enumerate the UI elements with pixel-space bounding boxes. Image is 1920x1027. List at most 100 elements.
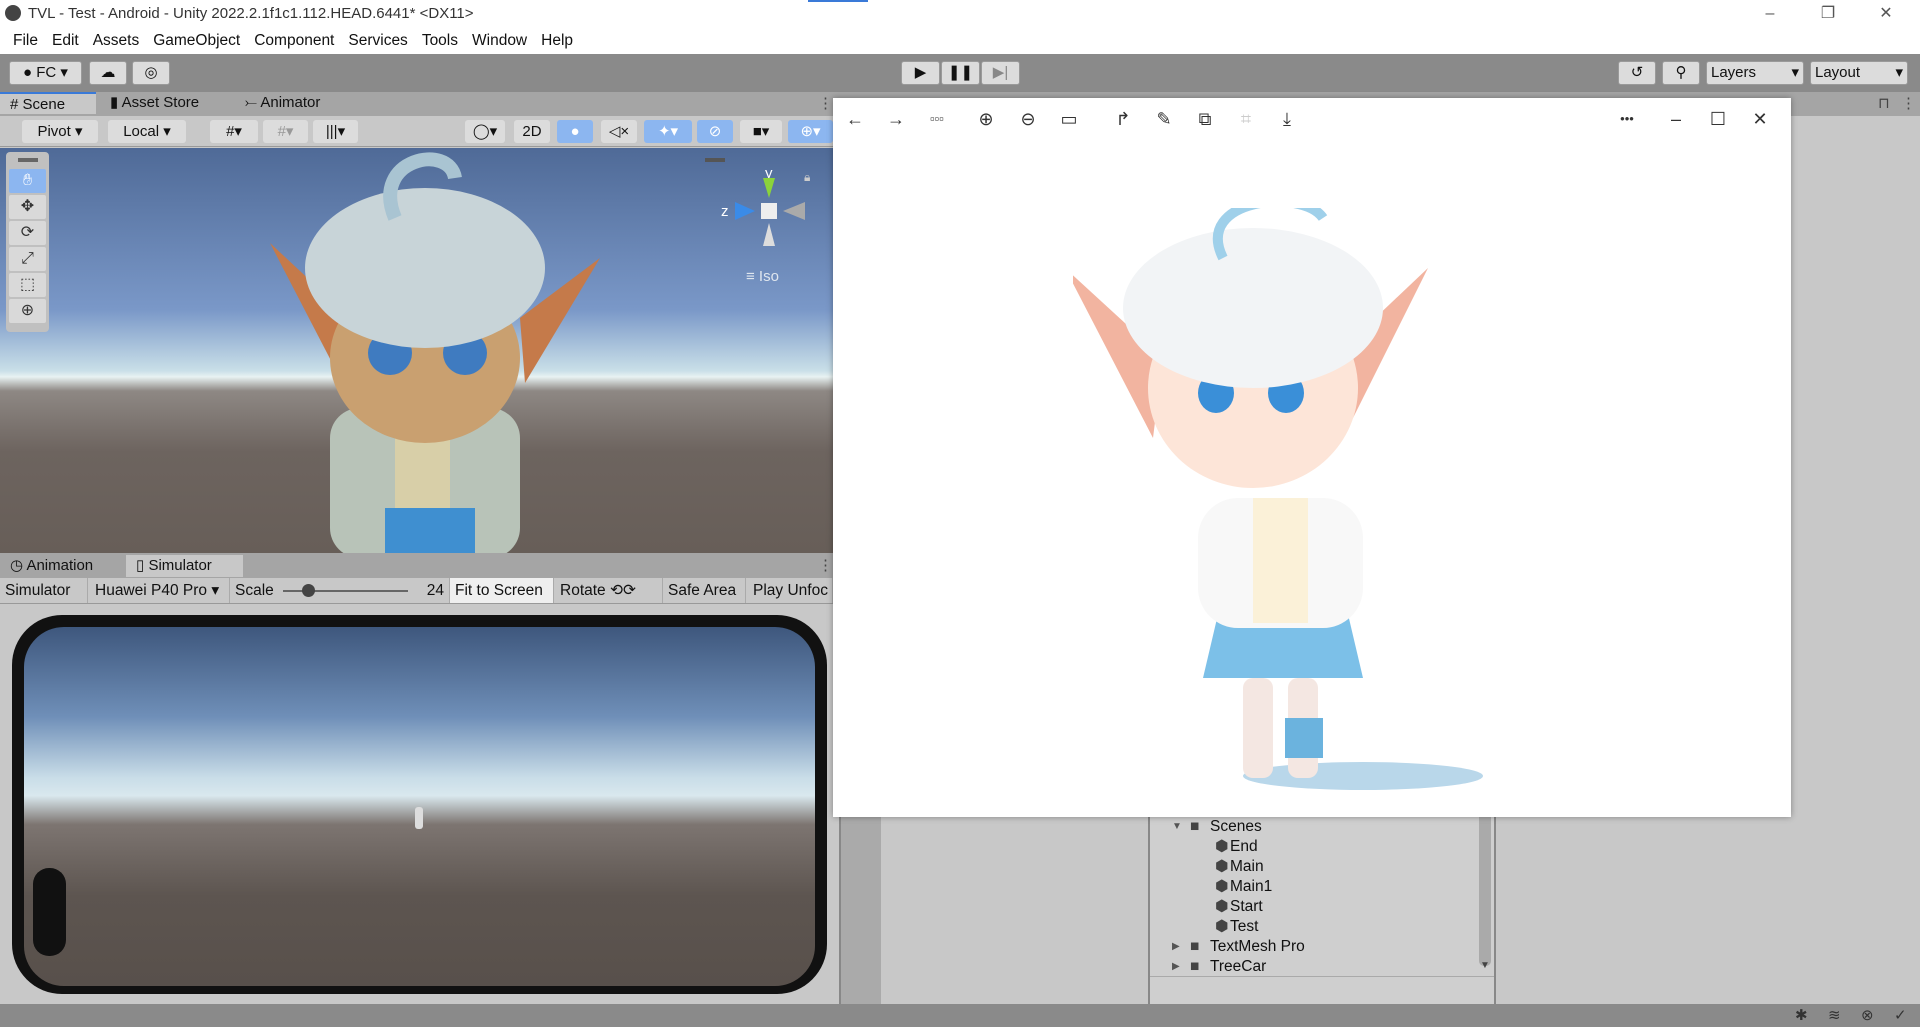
gizmo-drag-handle-icon[interactable] [705,158,725,162]
more-menu-icon[interactable]: ⋮ [1901,94,1916,112]
camera-dropdown[interactable]: ■▾ [740,120,782,143]
device-screen[interactable] [24,627,815,986]
project-scrollbar[interactable] [1479,806,1491,966]
safe-area-button[interactable]: Safe Area [663,578,746,603]
local-dropdown[interactable]: Local ▾ [108,120,186,143]
viewer-maximize-button[interactable]: ☐ [1704,108,1732,130]
project-item-start[interactable]: ⬢ Start [1172,897,1472,917]
shading-mode-dropdown[interactable]: ◯▾ [465,120,505,143]
scene-view[interactable]: y z ≡ Iso 🔒︎ [0,148,833,553]
device-dropdown[interactable]: Huawei P40 Pro ▾ [90,578,230,603]
move-tool[interactable]: ✥ [9,195,46,219]
fit-to-screen-button[interactable]: Fit to Screen [450,578,554,603]
collapsed-arrow-icon[interactable]: ▶ [1172,937,1180,957]
more-options-button[interactable]: ••• [1613,108,1641,130]
lighting-toggle[interactable]: ● [557,120,593,143]
crop-icon[interactable]: ⌗ [1232,108,1260,130]
step-button[interactable]: ▶| [981,61,1020,85]
tab-scene[interactable]: # Scene [0,92,96,114]
cloud-button[interactable]: ☁ [89,61,127,85]
actual-size-icon[interactable]: ▭ [1055,108,1083,130]
pivot-dropdown[interactable]: Pivot ▾ [22,120,98,143]
project-item-label: Scenes [1210,818,1262,835]
rotate-tool[interactable]: ⟳ [9,221,46,245]
project-item-main[interactable]: ⬢ Main [1172,857,1472,877]
gizmos-dropdown[interactable]: ⊕▾ [788,120,833,143]
menu-services[interactable]: Services [341,28,414,54]
snap-dropdown[interactable]: #▾ [263,120,308,143]
project-item-treecar[interactable]: ▶ ■ TreeCar [1172,957,1472,977]
tab-animator[interactable]: ⤚ Animator [235,92,330,114]
search-button[interactable]: ⚲ [1662,61,1700,85]
rect-tool[interactable]: ⬚ [9,273,46,297]
lock-icon[interactable]: 🔒︎ [804,170,810,185]
zoom-in-icon[interactable]: ⊕ [972,108,1000,130]
effects-dropdown[interactable]: ✦▾ [644,120,692,143]
edit-icon[interactable]: ✎ [1150,108,1178,130]
menu-assets[interactable]: Assets [86,28,147,54]
layout-dropdown[interactable]: Layout ▾ [1810,61,1908,85]
project-item-end[interactable]: ⬢ End [1172,837,1472,857]
collab-button[interactable]: ◎ [132,61,170,85]
pause-button[interactable]: ❚❚ [941,61,980,85]
menu-component[interactable]: Component [247,28,341,54]
scale-slider-thumb[interactable] [302,584,315,597]
orientation-gizmo-icon[interactable] [735,178,810,258]
view-dropdown[interactable]: Simulator ▾ [0,578,88,624]
history-button[interactable]: ↺ [1618,61,1656,85]
2d-toggle[interactable]: 2D [514,120,550,143]
cache-icon[interactable]: ≋ [1828,1006,1841,1024]
eye-slash-icon: ⊘ [708,123,722,140]
hidden-objects-toggle[interactable]: ⊘ [697,120,733,143]
lock-icon[interactable]: ⊓ [1878,94,1890,112]
project-item-textmesh-pro[interactable]: ▶ ■ TextMesh Pro [1172,937,1472,957]
transform-tool[interactable]: ⊕ [9,299,46,323]
grid-snap-dropdown[interactable]: #▾ [210,120,258,143]
save-icon[interactable]: ⤓ [1273,108,1301,130]
rotate-icon[interactable]: ↱ [1109,108,1137,130]
tab-simulator[interactable]: ▯ Simulator [126,555,243,577]
copy-icon[interactable]: ⧉ [1191,108,1219,130]
restore-button[interactable]: ❐ [1800,0,1856,28]
menu-edit[interactable]: Edit [45,28,86,54]
projection-toggle[interactable]: ≡ Iso [746,268,779,285]
auto-generate-icon[interactable]: ⊗ [1861,1006,1874,1024]
expanded-arrow-icon[interactable]: ▼ [1172,817,1182,837]
forward-icon[interactable]: → [882,108,910,130]
check-icon[interactable]: ✓ [1894,1006,1907,1024]
back-icon[interactable]: ← [841,108,869,130]
drag-handle-icon[interactable] [18,158,38,162]
zoom-out-icon[interactable]: ⊖ [1014,108,1042,130]
tab-animation[interactable]: ◷ Animation [0,555,103,577]
debug-icon[interactable]: ✱ [1795,1006,1808,1024]
grid-view-icon[interactable]: ▫▫▫ [923,108,951,130]
menu-gameobject[interactable]: GameObject [146,28,247,54]
menu-tools[interactable]: Tools [415,28,465,54]
scale-tool[interactable]: ⤢ [9,247,46,271]
hand-icon: ✋︎ [22,172,33,189]
project-item-test[interactable]: ⬢ Test [1172,917,1472,937]
rotate-button[interactable]: Rotate ⟲⟳ [555,578,663,603]
layers-dropdown[interactable]: Layers ▾ [1706,61,1804,85]
close-button[interactable]: ✕ [1858,0,1914,28]
project-item-scenes[interactable]: ▼ ■ Scenes [1172,817,1472,837]
tab-asset-store[interactable]: ▮ Asset Store [100,92,209,114]
more-menu-icon[interactable]: ⋮ [818,556,833,574]
menu-file[interactable]: File [6,28,45,54]
hand-tool[interactable]: ✋︎ [9,169,46,193]
audio-toggle[interactable]: ◁× [601,120,637,143]
menu-window[interactable]: Window [465,28,534,54]
viewer-minimize-button[interactable]: – [1662,108,1690,130]
project-item-main1[interactable]: ⬢ Main1 [1172,877,1472,897]
viewer-close-button[interactable]: ✕ [1746,108,1774,130]
account-dropdown[interactable]: ● FC ▾ [9,61,82,85]
scale-slider[interactable] [283,584,408,597]
play-button[interactable]: ▶ [901,61,940,85]
minimize-button[interactable]: – [1742,0,1798,28]
increment-snap-dropdown[interactable]: |||▾ [313,120,358,143]
scroll-down-icon[interactable]: ▼ [1480,960,1490,971]
collapsed-arrow-icon[interactable]: ▶ [1172,957,1180,977]
menu-help[interactable]: Help [534,28,580,54]
play-unfocused-button[interactable]: Play Unfoc [748,578,833,603]
more-menu-icon[interactable]: ⋮ [818,94,833,112]
